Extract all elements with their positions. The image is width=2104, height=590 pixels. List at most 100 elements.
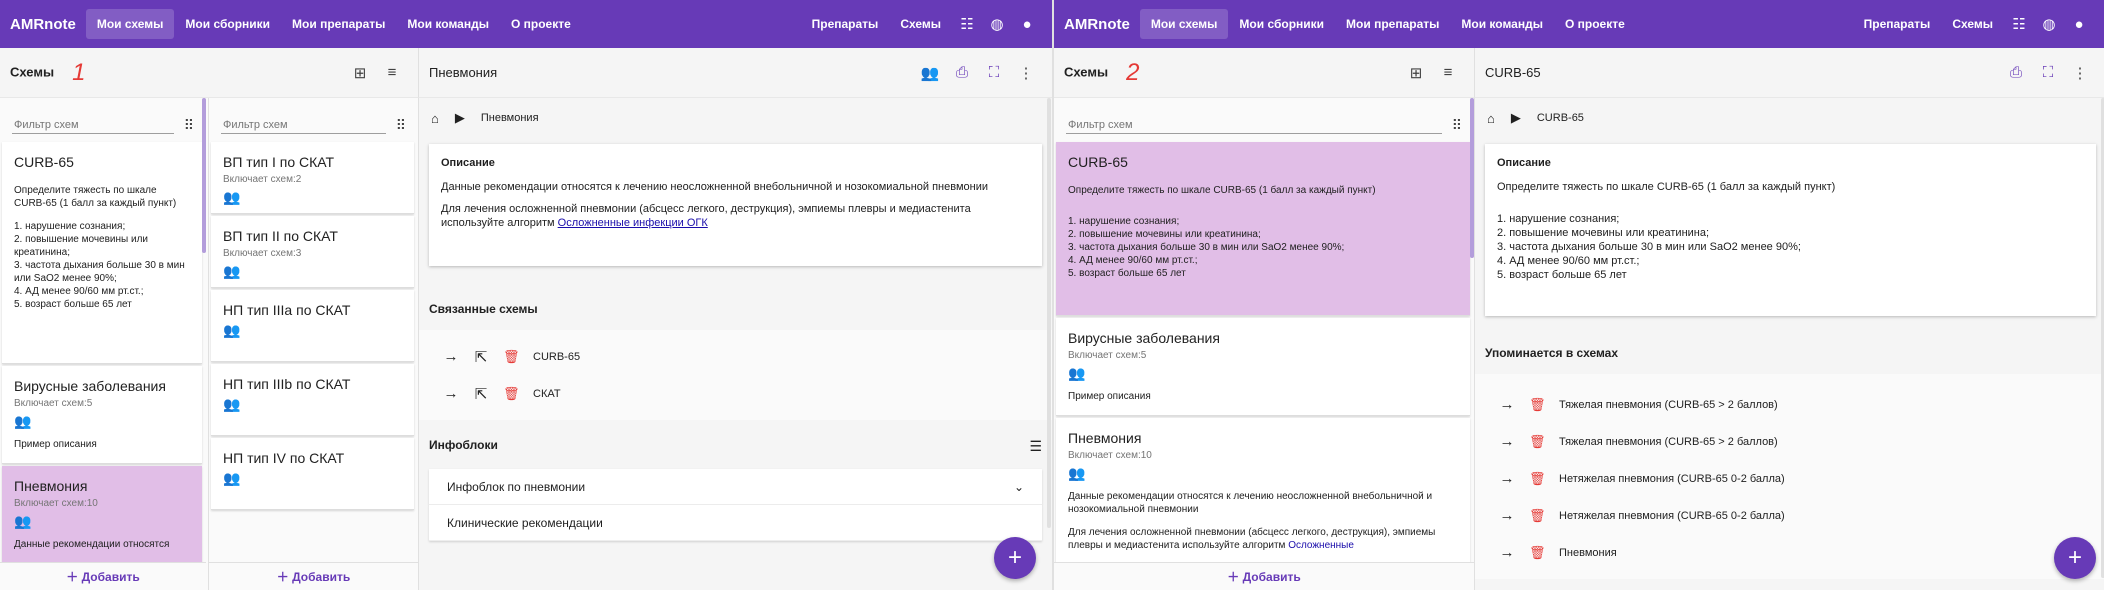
delete-icon[interactable]: 🗑 (503, 386, 520, 402)
breadcrumb-item[interactable]: Пневмония (481, 112, 539, 124)
scheme-count: Включает схем:3 (223, 248, 302, 259)
more-icon[interactable]: ⋮ (2064, 64, 2096, 82)
drag-icon[interactable]: ⠿ (174, 117, 194, 134)
mention-row[interactable]: → 🗑 Тяжелая пневмония (CURB-65 > 2 баллов) (1499, 423, 2082, 460)
print-icon[interactable]: ⎙ (2000, 64, 2032, 81)
schemes-toolbar: Схемы 1 ⊞ ≡ (0, 48, 418, 98)
nav-my-schemes[interactable]: Мои схемы (1139, 9, 1229, 39)
description-card: Описание Определите тяжесть по шкале CUR… (1485, 144, 2096, 316)
nav-my-teams[interactable]: Мои команды (1450, 9, 1554, 39)
drag-icon[interactable]: ⠿ (1442, 117, 1462, 134)
child-card[interactable]: ВП тип I по СКАТ Включает схем:2 👥 (211, 142, 414, 214)
nav-my-teams[interactable]: Мои команды (396, 9, 500, 39)
related-row[interactable]: → ⇱ 🗑 CURB-65 (443, 338, 1028, 375)
related-row[interactable]: → ⇱ 🗑 СКАТ (443, 375, 1028, 412)
add-scheme-button[interactable]: ＋ Добавить (1054, 562, 1474, 590)
infoblock-item[interactable]: Инфоблок по пневмонии ⌄ (429, 469, 1042, 505)
delete-icon[interactable]: 🗑 (1529, 508, 1546, 524)
nav-drugs[interactable]: Препараты (801, 9, 890, 39)
nav-schemes[interactable]: Схемы (1941, 9, 2004, 39)
tune-icon[interactable]: ☷ (2004, 15, 2034, 33)
arrow-icon[interactable]: → (1499, 507, 1515, 524)
nav-my-collections[interactable]: Мои сборники (1228, 9, 1335, 39)
breadcrumb-item[interactable]: CURB-65 (1537, 112, 1584, 124)
delete-icon[interactable]: 🗑 (1529, 471, 1546, 487)
scheme-filter-input[interactable] (12, 117, 174, 134)
scheme-filter-input[interactable] (1066, 117, 1442, 134)
scrollbar[interactable] (202, 98, 206, 253)
app-logo[interactable]: AMRnote (10, 16, 76, 33)
add-scheme-button[interactable]: ＋ Добавить (209, 562, 418, 590)
nav-drugs[interactable]: Препараты (1853, 9, 1942, 39)
add-label: Добавить (292, 569, 351, 584)
nav-about[interactable]: О проекте (500, 9, 582, 39)
infoblock-item[interactable]: Клинические рекомендации (429, 505, 1042, 541)
scheme-card-pneumonia[interactable]: Пневмония Включает схем:10 👥 Данные реко… (1056, 418, 1470, 568)
scheme-card-viral[interactable]: Вирусные заболевания Включает схем:5 👥 П… (1056, 318, 1470, 416)
child-card[interactable]: НП тип IIIb по СКАТ 👥 (211, 364, 414, 436)
nav-schemes[interactable]: Схемы (889, 9, 952, 39)
filter-icon[interactable]: ≡ (1432, 64, 1464, 81)
group-icon[interactable]: 👥 (914, 64, 946, 82)
mention-row[interactable]: → 🗑 Пневмония (1499, 534, 2082, 571)
complicated-link[interactable]: Осложненные (1288, 540, 1354, 551)
delete-icon[interactable]: 🗑 (1529, 397, 1546, 413)
list-icon[interactable]: ☰ (1029, 438, 1042, 455)
scheme-count: Включает схем:5 (1068, 350, 1147, 361)
delete-icon[interactable]: 🗑 (1529, 545, 1546, 561)
nav-about[interactable]: О проекте (1554, 9, 1636, 39)
fab-label: + (1007, 544, 1022, 571)
drag-icon[interactable]: ⠿ (386, 117, 406, 134)
scheme-card-viral[interactable]: Вирусные заболевания Включает схем:5 👥 П… (2, 366, 202, 464)
screenshot-1: AMRnote Мои схемы Мои сборники Мои препа… (0, 0, 1052, 590)
delete-icon[interactable]: 🗑 (1529, 434, 1546, 450)
open-new-icon[interactable]: ⇱ (473, 385, 489, 403)
fullscreen-icon[interactable]: ⛶ (2032, 64, 2064, 81)
scheme-card-curb65[interactable]: CURB-65 Определите тяжесть по шкале CURB… (1056, 142, 1470, 316)
filter-icon[interactable]: ≡ (376, 64, 408, 81)
mention-row[interactable]: → 🗑 Нетяжелая пневмония (CURB-65 0-2 балла… (1499, 497, 2082, 534)
add-fab-button[interactable]: + (994, 537, 1036, 579)
nav-my-drugs[interactable]: Мои препараты (1335, 9, 1450, 39)
arrow-icon[interactable]: → (443, 385, 459, 402)
chevron-down-icon[interactable]: ⌄ (1014, 480, 1024, 494)
add-scheme-button[interactable]: ＋ Добавить (0, 562, 206, 590)
delete-icon[interactable]: 🗑 (503, 349, 520, 365)
child-card[interactable]: НП тип IV по СКАТ 👥 (211, 438, 414, 510)
fullscreen-icon[interactable]: ⛶ (978, 64, 1010, 81)
nav-my-drugs[interactable]: Мои препараты (281, 9, 396, 39)
more-icon[interactable]: ⋮ (1010, 64, 1042, 82)
home-icon[interactable]: ⌂ (1487, 111, 1495, 126)
scheme-title: ВП тип II по СКАТ (223, 228, 338, 244)
user-icon[interactable]: ● (1012, 16, 1042, 33)
arrow-icon[interactable]: → (443, 348, 459, 365)
app-logo[interactable]: AMRnote (1064, 16, 1130, 33)
user-icon[interactable]: ● (2064, 16, 2094, 33)
complicated-infections-link[interactable]: Осложненные инфекции ОГК (558, 217, 708, 229)
globe-icon[interactable]: ◍ (2034, 15, 2064, 33)
print-icon[interactable]: ⎙ (946, 64, 978, 81)
tune-icon[interactable]: ☷ (952, 15, 982, 33)
arrow-icon[interactable]: → (1499, 544, 1515, 561)
child-card[interactable]: ВП тип II по СКАТ Включает схем:3 👥 (211, 216, 414, 288)
open-new-icon[interactable]: ⇱ (473, 348, 489, 366)
arrow-icon[interactable]: → (1499, 470, 1515, 487)
play-icon[interactable]: ▶ (455, 110, 465, 126)
nav-my-schemes[interactable]: Мои схемы (85, 9, 175, 39)
scheme-filter-input[interactable] (221, 117, 386, 134)
globe-icon[interactable]: ◍ (982, 15, 1012, 33)
tree-icon[interactable]: ⊞ (344, 64, 376, 82)
mention-row[interactable]: → 🗑 Тяжелая пневмония (CURB-65 > 2 баллов) (1499, 386, 2082, 423)
tree-icon[interactable]: ⊞ (1400, 64, 1432, 82)
arrow-icon[interactable]: → (1499, 396, 1515, 413)
scheme-card-curb65[interactable]: CURB-65 Определите тяжесть по шкале CURB… (2, 142, 202, 364)
arrow-icon[interactable]: → (1499, 433, 1515, 450)
scheme-desc: Определите тяжесть по шкале CURB-65 (1 б… (14, 185, 177, 209)
home-icon[interactable]: ⌂ (431, 111, 439, 126)
scrollbar[interactable] (1047, 98, 1051, 528)
play-icon[interactable]: ▶ (1511, 110, 1521, 126)
add-fab-button[interactable]: + (2054, 537, 2096, 579)
mention-row[interactable]: → 🗑 Нетяжелая пневмония (CURB-65 0-2 балла… (1499, 460, 2082, 497)
child-card[interactable]: НП тип IIIa по СКАТ 👥 (211, 290, 414, 362)
nav-my-collections[interactable]: Мои сборники (174, 9, 281, 39)
